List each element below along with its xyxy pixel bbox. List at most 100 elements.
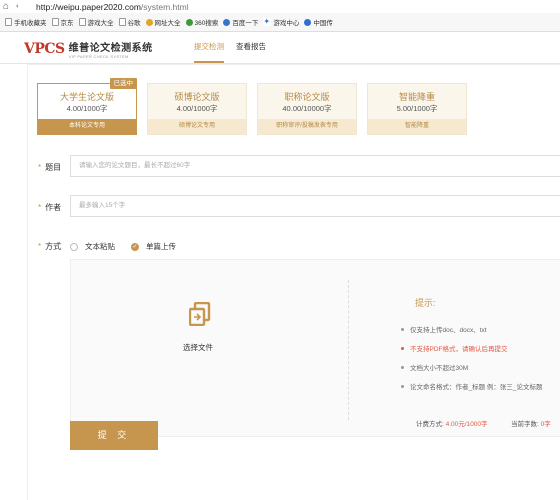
card-footer: 硕博论文专用 — [148, 119, 246, 134]
folder-upload-icon[interactable] — [188, 301, 211, 328]
title-input[interactable]: 请输入您的论文题目，最长不超过60字 — [70, 155, 560, 177]
bookmark-label: 百度一下 — [232, 20, 259, 27]
choose-file-label[interactable]: 选择文件 — [183, 342, 213, 353]
option-label: 文本粘贴 — [85, 242, 115, 251]
tip-item: 不支持PDF格式，请确认后再提交 — [401, 343, 508, 353]
fee-method-label: 计费方式: — [416, 421, 444, 428]
bullet-icon — [401, 384, 404, 388]
method-option-upload[interactable]: ✓ 单篇上传 — [131, 241, 176, 252]
bookmark-label: 京东 — [60, 20, 74, 27]
fee-method-value: 4.00元/1000字 — [445, 421, 488, 428]
game-icon: ✦ — [263, 17, 272, 26]
logo-title: 维普论文检测系统 — [68, 43, 153, 54]
tip-item: 仅支持上传doc、docx、txt — [401, 324, 487, 334]
fee-method: 计费方式: 4.00元/1000字 — [416, 418, 488, 428]
bookmark-label: 中国传 — [313, 20, 333, 27]
page-icon — [118, 18, 126, 26]
bookmark-label: 游戏中心 — [273, 20, 300, 27]
bookmark-item[interactable]: 游戏大全 — [78, 17, 114, 27]
method-option-paste[interactable]: 文本粘贴 — [70, 241, 115, 252]
card-title: 职称论文版 — [284, 92, 330, 102]
bullet-icon — [401, 365, 404, 369]
tip-text: 不支持PDF格式，请确认后再提交 — [410, 346, 508, 353]
logo-text: 维普论文检测系统 VIP PAPER CHECK SYSTEM — [69, 39, 153, 59]
title-label-text: 题目 — [45, 163, 62, 172]
author-label-text: 作者 — [45, 203, 62, 212]
logo[interactable]: VPCS 维普论文检测系统 VIP PAPER CHECK SYSTEM — [24, 39, 153, 59]
security-icon[interactable]: ◐ — [12, 3, 24, 10]
card-title: 大学生论文版 — [59, 92, 114, 102]
card-price: 40.00/10000字 — [282, 104, 332, 113]
tip-text: 论文命名格式：作者_标题 例：张三_论文标题 — [410, 384, 543, 391]
version-card-postgrad[interactable]: 硕博论文版 4.00/1000字 硕博论文专用 — [147, 83, 247, 135]
bookmark-label: 游戏大全 — [87, 20, 114, 27]
logo-subtitle: VIP PAPER CHECK SYSTEM — [68, 54, 129, 59]
tab-submit-check[interactable]: 提交检测 — [194, 41, 224, 52]
bookmark-item[interactable]: 百度一下 — [223, 17, 258, 27]
title-label: * 题目 — [38, 162, 61, 173]
radio-icon — [70, 242, 78, 251]
url-field[interactable]: http://weipu.paper2020.com/system.html — [36, 2, 189, 12]
home-icon[interactable]: ⌂ — [0, 1, 12, 12]
search-icon — [185, 18, 193, 26]
card-title: 硕博论文版 — [174, 92, 220, 102]
bookmark-label: 谷歌 — [127, 20, 141, 27]
tip-text: 文档大小不超过30M — [410, 365, 469, 372]
tips-title: 提示: — [415, 298, 436, 308]
tip-item: 文档大小不超过30M — [401, 362, 468, 372]
word-count: 当前字数: 0字 — [511, 418, 551, 428]
version-card-undergrad[interactable]: 大学生论文版 4.00/1000字 本科论文专用 已选中 — [37, 78, 137, 135]
bookmark-item[interactable]: 中国传 — [304, 17, 333, 27]
author-input[interactable]: 最多输入15个字 — [70, 195, 560, 217]
mobile-icon — [5, 18, 12, 26]
url-path: /system.html — [140, 1, 189, 12]
main-content: 大学生论文版 4.00/1000字 本科论文专用 已选中 硕博论文版 4.00/… — [27, 64, 560, 500]
globe-icon — [145, 18, 153, 26]
bookmark-label: 手机收藏夹 — [14, 20, 47, 27]
paw-icon — [223, 18, 231, 26]
selected-badge: 已选中 — [109, 78, 137, 89]
card-price: 4.00/1000字 — [66, 104, 108, 113]
tab-view-report[interactable]: 查看报告 — [236, 41, 266, 52]
upload-divider — [348, 280, 349, 420]
url-host: http://weipu.paper2020.com — [36, 1, 141, 12]
author-label: * 作者 — [38, 202, 61, 213]
page-icon — [304, 18, 312, 26]
method-label-text: 方式 — [45, 242, 62, 251]
active-tab-indicator — [194, 61, 224, 63]
required-mark: * — [38, 163, 42, 172]
card-footer: 职称审评/投稿发表专用 — [258, 119, 356, 134]
card-title: 智能降重 — [398, 92, 435, 102]
word-count-label: 当前字数: — [511, 421, 539, 428]
bookmark-item[interactable]: 手机收藏夹 — [5, 17, 47, 27]
upload-area: 选择文件 提示: 仅支持上传doc、docx、txt 不支持PDF格式，请确认后… — [70, 259, 560, 437]
bookmark-item[interactable]: 京东 — [51, 17, 74, 27]
bookmark-item[interactable]: 360搜索 — [185, 17, 219, 27]
version-card-smart-rewrite[interactable]: 智能降重 5.00/1000字 智能降重 — [367, 83, 467, 135]
bookmark-label: 网址大全 — [154, 20, 181, 27]
tip-item: 论文命名格式：作者_标题 例：张三_论文标题 — [401, 381, 543, 391]
page-icon — [51, 18, 59, 26]
bookmarks-bar: 手机收藏夹 京东 游戏大全 谷歌 网址大全 360搜索 百度一下 ✦ 游戏中心 中… — [0, 13, 560, 32]
required-mark: * — [38, 203, 42, 212]
bookmark-item[interactable]: ✦ 游戏中心 — [263, 17, 299, 27]
radio-checked-icon: ✓ — [131, 242, 139, 251]
required-mark: * — [38, 242, 42, 251]
method-label: * 方式 — [38, 241, 61, 252]
bullet-icon — [401, 346, 404, 350]
bookmark-label: 360搜索 — [194, 20, 219, 27]
card-price: 5.00/1000字 — [396, 104, 438, 113]
browser-address-bar: ⌂ ◐ http://weipu.paper2020.com/system.ht… — [0, 0, 560, 13]
bullet-icon — [401, 327, 404, 331]
logo-mark: VPCS — [24, 41, 65, 57]
bookmark-item[interactable]: 网址大全 — [145, 17, 181, 27]
word-count-value: 0字 — [540, 421, 551, 428]
bookmark-item[interactable]: 谷歌 — [118, 17, 141, 27]
version-card-professional[interactable]: 职称论文版 40.00/10000字 职称审评/投稿发表专用 — [257, 83, 357, 135]
site-header: VPCS 维普论文检测系统 VIP PAPER CHECK SYSTEM 提交检… — [0, 32, 560, 64]
card-footer: 智能降重 — [368, 119, 466, 134]
submit-button[interactable]: 提 交 — [70, 421, 158, 450]
card-price: 4.00/1000字 — [176, 104, 218, 113]
option-label: 单篇上传 — [146, 242, 176, 251]
card-footer: 本科论文专用 — [38, 119, 136, 134]
